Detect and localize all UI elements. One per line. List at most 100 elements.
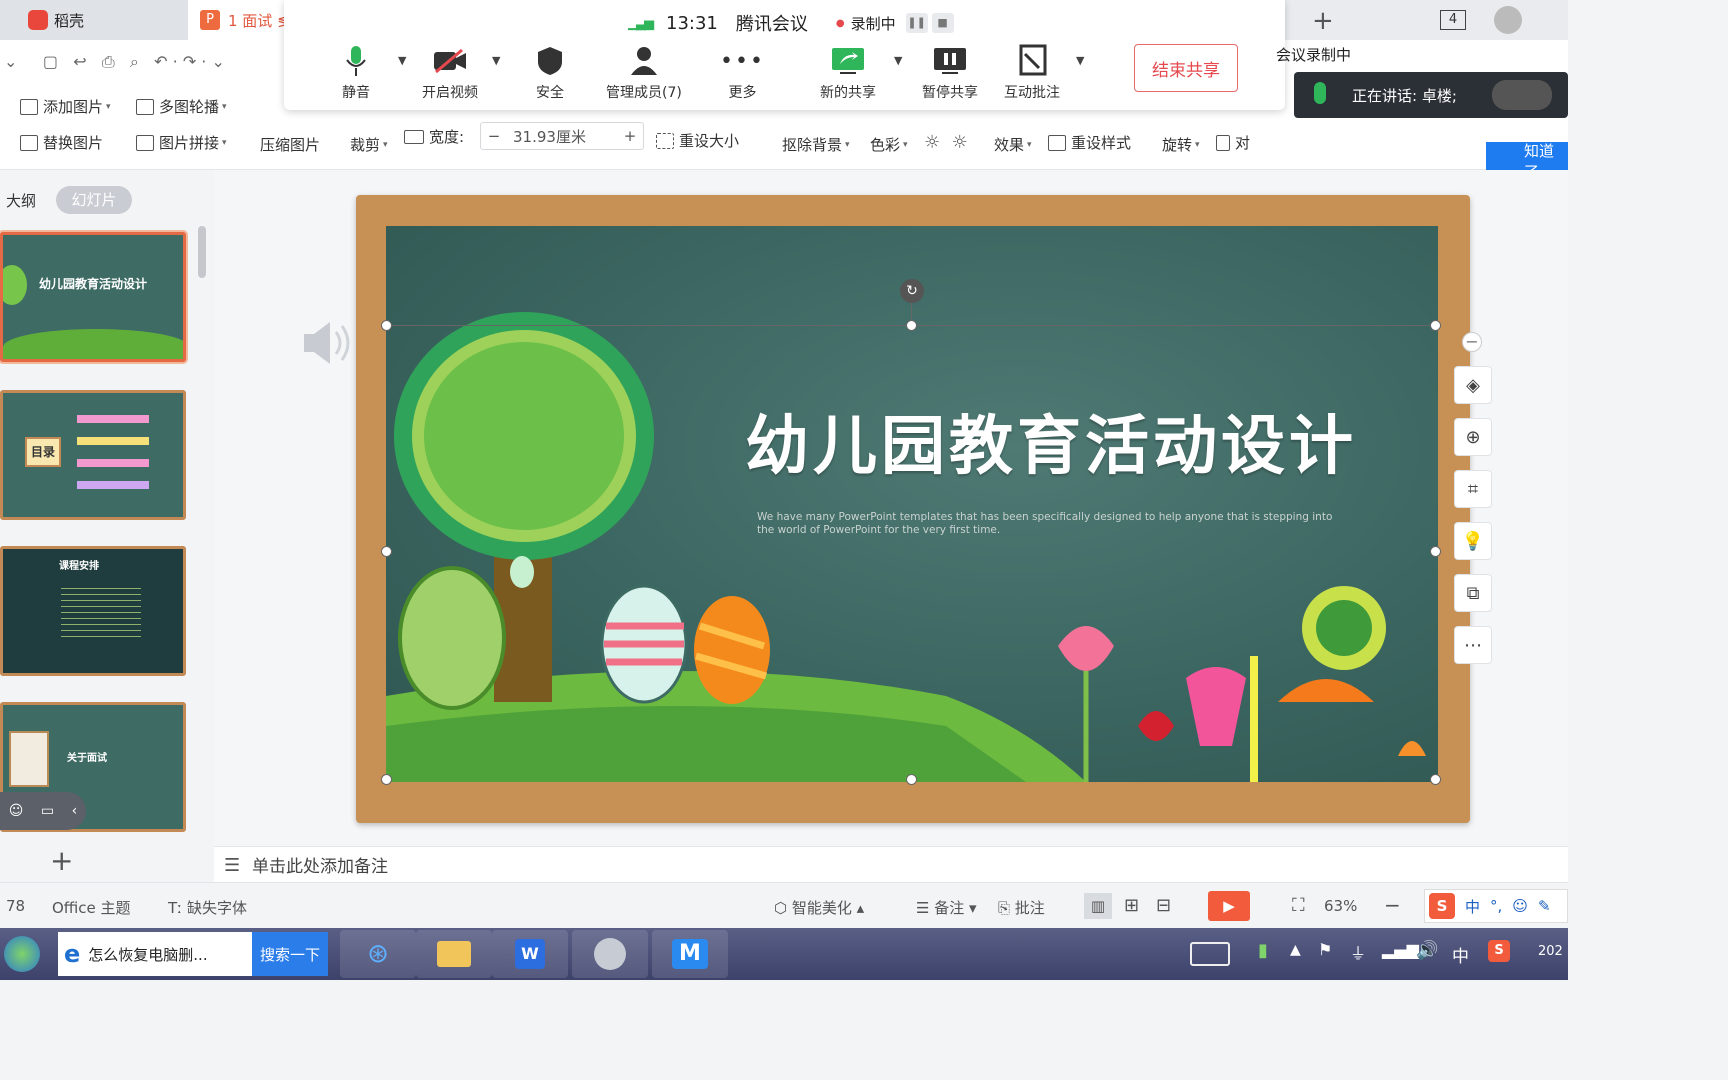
- new-share-button[interactable]: 新的共享: [820, 44, 876, 102]
- brightness-icon[interactable]: ☼ ☼: [924, 132, 968, 153]
- reading-view-icon[interactable]: ⊟: [1156, 895, 1171, 916]
- browser-search-box[interactable]: e 怎么恢复电脑删...: [58, 932, 252, 976]
- comments-button[interactable]: ⎘ 批注: [998, 897, 1045, 918]
- baidu-netdisk-icon[interactable]: ⊛: [340, 930, 416, 978]
- multi-carousel-button[interactable]: 多图轮播 ▾: [136, 96, 227, 117]
- emoji-icon[interactable]: ☺: [9, 803, 24, 819]
- width-icon: [404, 129, 424, 144]
- width-input[interactable]: 31.93厘米: [507, 126, 617, 147]
- zoom-out-icon[interactable]: −: [1384, 893, 1401, 917]
- play-slideshow-icon[interactable]: ▶: [1208, 891, 1250, 921]
- more-icon[interactable]: ⋯: [1454, 626, 1492, 664]
- remove-background-button[interactable]: 抠除背景 ▾: [782, 134, 850, 155]
- window-count-badge[interactable]: 4: [1440, 10, 1466, 30]
- crop-button[interactable]: 裁剪 ▾: [350, 134, 388, 155]
- tab-slides[interactable]: 幻灯片: [56, 186, 132, 214]
- effect-button[interactable]: 效果 ▾: [994, 134, 1032, 155]
- smart-beautify-button[interactable]: ⬡ 智能美化 ▴: [774, 897, 864, 918]
- tab-document[interactable]: P 1 面试 ≶: [188, 0, 298, 40]
- crop-icon[interactable]: ⌗: [1454, 470, 1492, 508]
- image-collage-button[interactable]: 图片拼接 ▾: [136, 132, 227, 153]
- signal-bars-icon[interactable]: ▂▄▆: [1382, 940, 1419, 959]
- collapse-tools-icon[interactable]: −: [1462, 332, 1482, 352]
- resize-handle[interactable]: [1430, 546, 1441, 557]
- theme-name[interactable]: Office 主题: [52, 897, 131, 918]
- reset-size-button[interactable]: 重设大小: [656, 130, 739, 151]
- tray-expand-icon[interactable]: ▲: [1290, 942, 1301, 958]
- replace-image-button[interactable]: 替换图片: [20, 132, 103, 153]
- audio-app-icon[interactable]: [572, 930, 648, 978]
- avatar[interactable]: [1494, 6, 1522, 34]
- pause-share-button[interactable]: 暂停共享: [922, 44, 978, 102]
- missing-font-button[interactable]: Tː 缺失字体: [168, 897, 247, 918]
- tencent-meeting-icon[interactable]: M: [652, 930, 728, 978]
- ime-toolbar[interactable]: S 中 °, ☺ ✎: [1424, 889, 1568, 923]
- tab-docer[interactable]: 稻壳: [0, 0, 188, 40]
- width-stepper[interactable]: − 31.93厘米 +: [480, 122, 644, 150]
- pause-recording-icon[interactable]: ❚❚: [905, 13, 928, 33]
- more-button[interactable]: ••• 更多: [720, 44, 765, 102]
- tray-ime-lang[interactable]: 中: [1452, 942, 1469, 967]
- annotate-dropdown-icon[interactable]: ▼: [1076, 54, 1084, 67]
- add-slide-plus-icon[interactable]: +: [50, 844, 73, 877]
- rotate-button[interactable]: 旋转 ▾: [1162, 134, 1200, 155]
- fit-window-icon[interactable]: ⛶: [1292, 895, 1305, 916]
- resize-handle[interactable]: [1430, 320, 1441, 331]
- add-image-button[interactable]: 添加图片 ▾: [20, 96, 111, 117]
- notes-toggle-button[interactable]: ☰ 备注 ▾: [916, 897, 977, 918]
- align-icon: [1216, 134, 1230, 151]
- volume-icon[interactable]: 🔊: [1416, 940, 1438, 961]
- normal-view-icon[interactable]: ▥: [1084, 893, 1112, 919]
- keyboard-icon[interactable]: [1190, 942, 1230, 966]
- wps-icon[interactable]: W: [492, 930, 568, 978]
- video-button[interactable]: 开启视频: [422, 44, 478, 102]
- compress-image-button[interactable]: 压缩图片: [260, 134, 320, 155]
- mini-toolbar[interactable]: ☺ ▭ ‹: [0, 792, 86, 830]
- stop-share-button[interactable]: 结束共享: [1134, 44, 1238, 92]
- reset-style-button[interactable]: 重设样式: [1048, 132, 1131, 153]
- resize-handle[interactable]: [381, 546, 392, 557]
- clock[interactable]: 202: [1538, 944, 1563, 959]
- resize-handle[interactable]: [906, 320, 917, 331]
- align-button[interactable]: 对: [1216, 132, 1250, 153]
- image-convert-icon[interactable]: ⧉: [1454, 574, 1492, 612]
- lightbulb-icon[interactable]: 💡: [1454, 522, 1492, 560]
- chat-icon[interactable]: ▭: [41, 803, 54, 819]
- speaker-audio-icon[interactable]: [300, 318, 356, 372]
- video-dropdown-icon[interactable]: ▼: [492, 54, 500, 67]
- scrollbar[interactable]: [198, 226, 206, 278]
- zoom-icon[interactable]: ⊕: [1454, 418, 1492, 456]
- security-button[interactable]: 安全: [536, 44, 564, 102]
- color-button[interactable]: 色彩 ▾: [870, 134, 908, 155]
- resize-handle[interactable]: [906, 774, 917, 785]
- mute-dropdown-icon[interactable]: ▼: [398, 54, 406, 67]
- annotate-button[interactable]: 互动批注: [1004, 44, 1060, 102]
- file-explorer-icon[interactable]: [416, 930, 492, 978]
- sogou-tray-icon[interactable]: S: [1488, 940, 1510, 962]
- meeting-toolbar: ▁▃▅ 13:31 腾讯会议 ● 录制中 ❚❚ ■ 静音 ▼ 开启视频 ▼ 安全…: [284, 0, 1285, 110]
- mute-button[interactable]: 静音: [342, 44, 370, 102]
- notes-area[interactable]: ☰ 单击此处添加备注: [214, 846, 1568, 882]
- new-tab-plus-icon[interactable]: +: [1312, 6, 1334, 36]
- collapse-icon[interactable]: ‹: [72, 803, 78, 819]
- increase-icon[interactable]: +: [617, 127, 643, 145]
- layers-icon[interactable]: ◈: [1454, 366, 1492, 404]
- grid-view-icon[interactable]: ⊞: [1124, 895, 1139, 916]
- manage-members-button[interactable]: 管理成员(7): [606, 44, 682, 102]
- rotate-handle-icon[interactable]: ↻: [900, 279, 924, 303]
- decrease-icon[interactable]: −: [481, 127, 507, 145]
- resize-handle[interactable]: [381, 320, 392, 331]
- thumbnail-2[interactable]: 目录: [0, 390, 186, 520]
- stop-recording-icon[interactable]: ■: [931, 13, 954, 33]
- share-dropdown-icon[interactable]: ▼: [894, 54, 902, 67]
- zoom-level[interactable]: 63%: [1324, 897, 1357, 915]
- search-button[interactable]: 搜索一下: [252, 932, 328, 976]
- thumbnail-1[interactable]: 幼儿园教育活动设计: [0, 232, 186, 362]
- resize-handle[interactable]: [1430, 774, 1441, 785]
- resize-handle[interactable]: [381, 774, 392, 785]
- start-button-icon[interactable]: [4, 936, 40, 972]
- network-flag-icon[interactable]: ⚑: [1318, 940, 1332, 959]
- usb-icon[interactable]: ⏚: [1350, 940, 1366, 964]
- tab-outline[interactable]: 大纲: [6, 190, 36, 211]
- thumbnail-3[interactable]: 课程安排: [0, 546, 186, 676]
